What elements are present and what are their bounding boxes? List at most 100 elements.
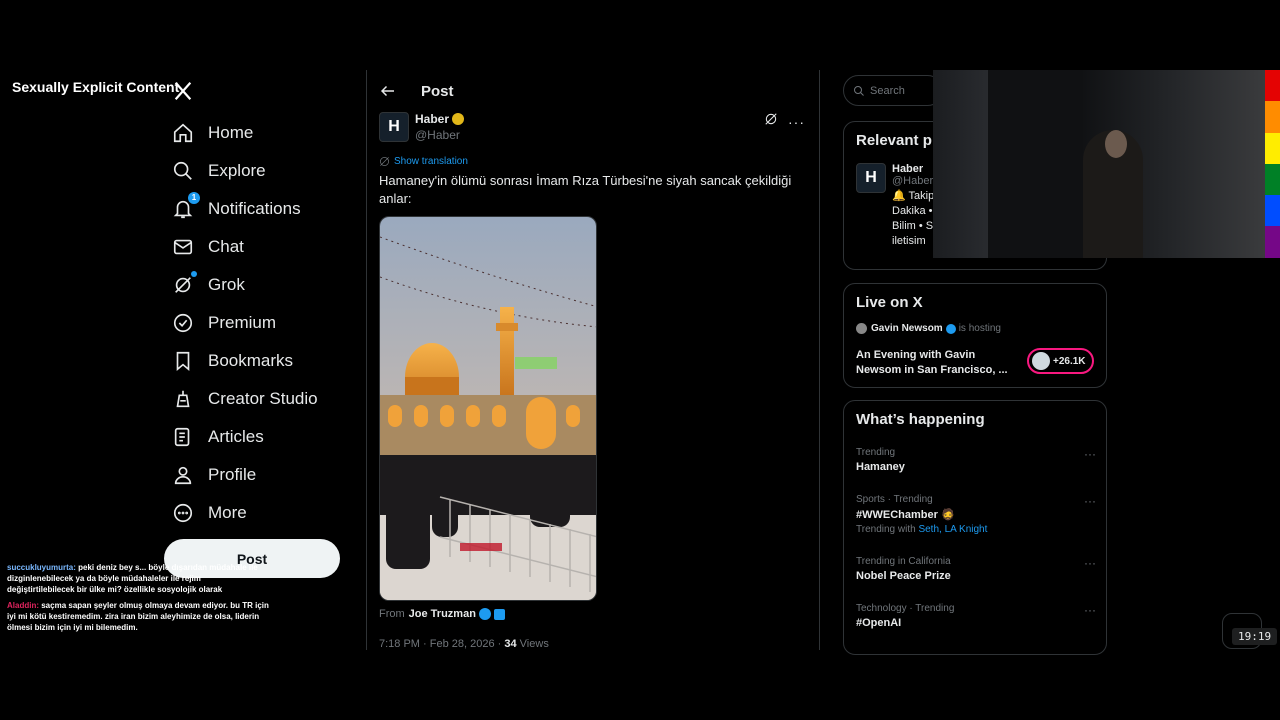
trend-title: #OpenAI	[856, 617, 902, 629]
page-title: Post	[421, 82, 454, 100]
post-meta: 7:18 PM · Feb 28, 2026 · 34 Views	[379, 638, 549, 650]
post-detail-column: Post H Haber @Haber ··· Show translation…	[366, 70, 820, 650]
affiliate-badge-icon	[493, 608, 505, 620]
live-title: Live on X	[856, 294, 923, 311]
avatar[interactable]: H	[856, 163, 886, 193]
post-top-actions: ···	[764, 112, 805, 131]
chat-message: succukluyumurta: peki deniz bey s... böy…	[7, 562, 269, 595]
sidebar-nav: Home Explore 1 Notifications Chat Grok P…	[172, 114, 352, 532]
nav-item-notifications[interactable]: 1 Notifications	[172, 190, 352, 228]
search-icon	[854, 85, 864, 96]
from-label: From	[379, 608, 405, 620]
video-source: From Joe Truzman	[379, 608, 505, 620]
listener-count: +26.1K	[1053, 355, 1086, 367]
trend-item[interactable]: Trending in California Nobel Peace Prize…	[856, 556, 1096, 582]
post-header: Post	[379, 82, 454, 100]
new-dot-icon	[191, 271, 197, 277]
nav-item-more[interactable]: More	[172, 494, 352, 532]
x-logo-icon[interactable]	[172, 80, 196, 104]
avatar-letter: H	[865, 169, 877, 186]
grok-icon[interactable]	[764, 112, 778, 131]
trend-title: Hamaney	[856, 461, 905, 473]
trend-context: Trending in California	[856, 556, 951, 567]
stream-timer: 19:19	[1232, 628, 1278, 645]
nav-item-home[interactable]: Home	[172, 114, 352, 152]
search-input[interactable]: Search	[843, 75, 943, 106]
nav-item-grok[interactable]: Grok	[172, 266, 352, 304]
nav-item-profile[interactable]: Profile	[172, 456, 352, 494]
live-host[interactable]: Gavin Newsom is hosting	[856, 323, 1106, 334]
webcam-overlay	[933, 70, 1265, 258]
more-options-icon[interactable]: ···	[1084, 447, 1096, 461]
nav-label: Chat	[208, 237, 244, 256]
nav-item-bookmarks[interactable]: Bookmarks	[172, 342, 352, 380]
trend-item[interactable]: Trending Hamaney ···	[856, 447, 1096, 473]
verified-blue-icon	[945, 323, 956, 334]
whats-happening-card: What’s happening Trending Hamaney ··· Sp…	[843, 400, 1107, 655]
webcam-person-head	[1105, 130, 1127, 158]
chat-username: succukluyumurta:	[7, 563, 76, 572]
nav-item-chat[interactable]: Chat	[172, 228, 352, 266]
more-icon	[172, 502, 194, 524]
show-translation-link[interactable]: Show translation	[379, 156, 468, 167]
post-timestamp[interactable]: 7:18 PM · Feb 28, 2026 ·	[379, 638, 501, 650]
nav-label: Bookmarks	[208, 351, 294, 370]
premium-icon	[172, 312, 194, 334]
show-translation-label: Show translation	[394, 156, 468, 167]
bookmark-icon	[172, 350, 194, 372]
chat-username: Aladdin:	[7, 601, 39, 610]
more-options-icon[interactable]: ···	[1084, 556, 1096, 570]
more-options-icon[interactable]: ···	[1084, 494, 1096, 508]
trending-with-links[interactable]: Seth, LA Knight	[918, 524, 987, 535]
trend-context: Sports · Trending	[856, 494, 933, 505]
trend-context: Trending	[856, 447, 896, 458]
avatar-letter: H	[388, 118, 400, 135]
trending-with: Trending with Seth, LA Knight	[856, 524, 1096, 535]
trend-item[interactable]: Technology · Trending #OpenAI ···	[856, 603, 1096, 629]
more-options-icon[interactable]: ···	[1084, 603, 1096, 617]
author-handle[interactable]: @Haber	[415, 128, 464, 142]
rainbow-strip	[1265, 70, 1280, 258]
more-options-icon[interactable]: ···	[788, 114, 805, 130]
profile-icon	[172, 464, 194, 486]
post-author[interactable]: H Haber @Haber	[379, 112, 465, 142]
stream-chat-overlay: succukluyumurta: peki deniz bey s... böy…	[7, 562, 269, 638]
grok-icon	[172, 271, 197, 296]
nav-label: Creator Studio	[208, 389, 318, 408]
live-event-title[interactable]: An Evening with Gavin Newsom in San Fran…	[856, 348, 1018, 378]
nav-label: Articles	[208, 427, 264, 446]
verified-blue-icon	[478, 608, 491, 620]
nav-label: Explore	[208, 161, 266, 180]
view-count: 34	[504, 638, 517, 650]
translate-icon	[380, 157, 389, 166]
nav-item-explore[interactable]: Explore	[172, 152, 352, 190]
shrine-video-frame	[380, 217, 596, 600]
home-icon	[172, 122, 194, 144]
trend-title: Nobel Peace Prize	[856, 570, 951, 582]
host-avatar	[856, 323, 867, 334]
trend-title: #WWEChamber 🧔	[856, 509, 955, 521]
notification-count-badge: 1	[188, 192, 200, 204]
search-placeholder: Search	[870, 84, 905, 97]
mail-icon	[172, 236, 194, 258]
nav-label: Premium	[208, 313, 277, 332]
trending-with-label: Trending with	[856, 524, 916, 535]
source-author-name[interactable]: Joe Truzman	[409, 608, 476, 620]
bell-icon: 1	[172, 192, 200, 220]
nav-label: Grok	[208, 275, 245, 294]
search-icon	[172, 160, 194, 182]
nav-item-premium[interactable]: Premium	[172, 304, 352, 342]
trend-item[interactable]: Sports · Trending #WWEChamber 🧔 Trending…	[856, 494, 1096, 535]
articles-icon	[172, 426, 194, 448]
verified-gold-icon	[452, 113, 465, 125]
post-video[interactable]	[379, 216, 597, 601]
listener-avatar	[1032, 352, 1050, 370]
back-arrow-icon[interactable]	[379, 82, 397, 100]
nav-item-creator-studio[interactable]: Creator Studio	[172, 380, 352, 418]
hosting-label: is hosting	[958, 323, 1001, 334]
nav-item-articles[interactable]: Articles	[172, 418, 352, 456]
author-name[interactable]: Haber	[415, 112, 449, 126]
nav-label: Profile	[208, 465, 257, 484]
live-listener-pill[interactable]: +26.1K	[1027, 348, 1094, 374]
avatar[interactable]: H	[379, 112, 409, 142]
